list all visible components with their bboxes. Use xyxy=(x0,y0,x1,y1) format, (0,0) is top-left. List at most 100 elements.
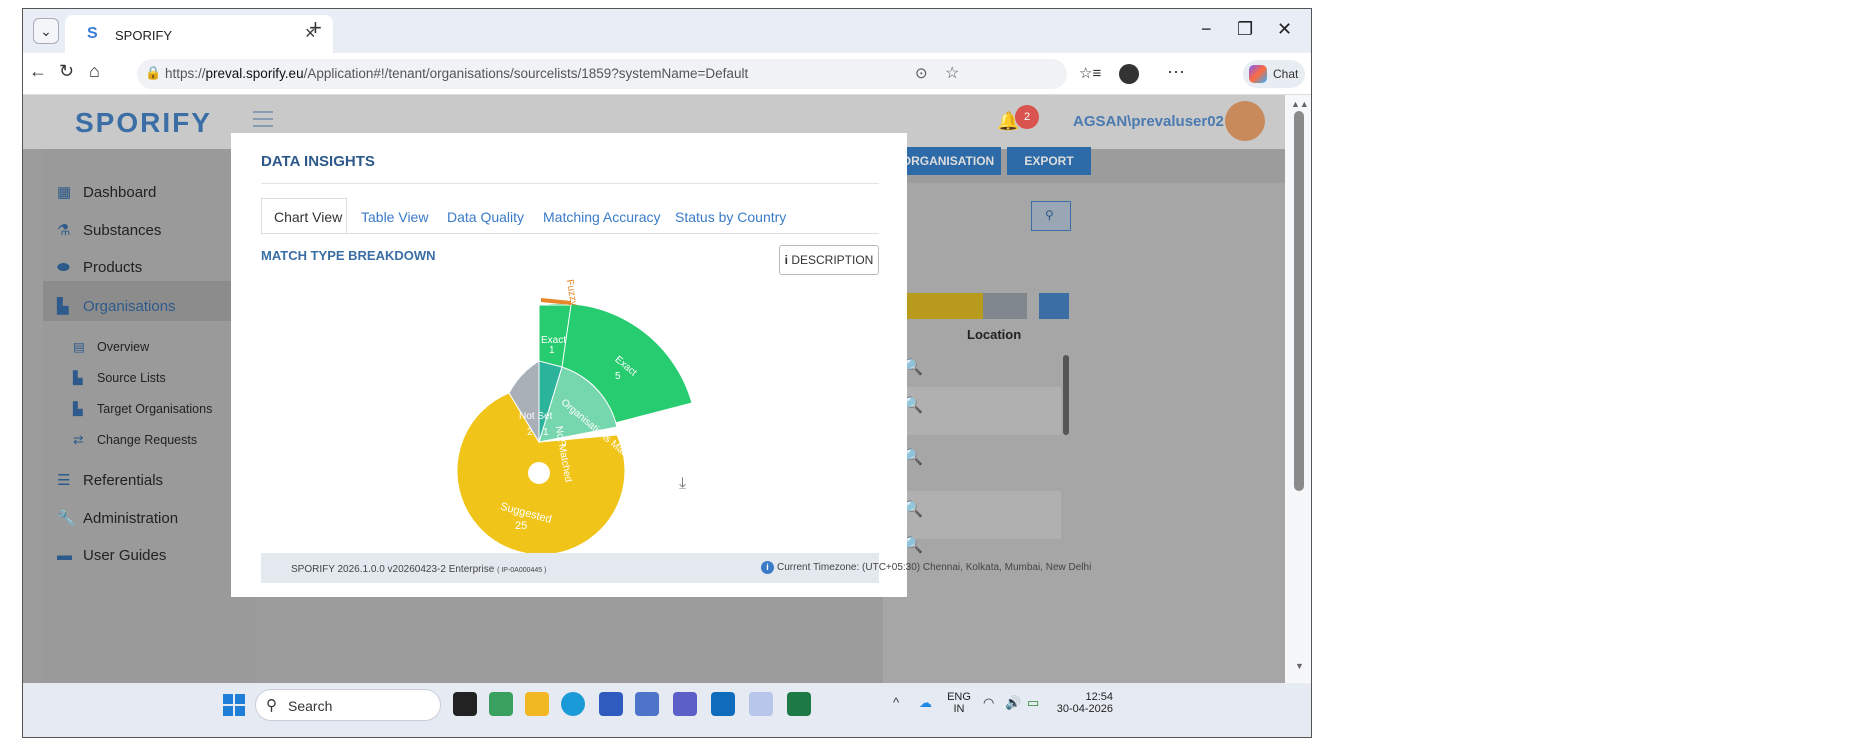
sidebar-item-organisations[interactable]: ▙ Organisations xyxy=(57,297,176,315)
info-icon: i xyxy=(784,253,788,267)
label-not-set: Not Set xyxy=(519,411,553,422)
sidebar-item-label: Referentials xyxy=(83,472,164,489)
edge-icon[interactable] xyxy=(561,692,585,716)
user-name[interactable]: AGSAN\prevaluser02 xyxy=(1073,113,1224,130)
clock[interactable]: 12:54 30-04-2026 xyxy=(1053,691,1113,715)
value-not-set: 2 xyxy=(527,427,533,438)
profile-avatar[interactable] xyxy=(1119,64,1139,84)
sidebar-subitem-source-lists[interactable]: ▙ Source Lists xyxy=(73,370,166,385)
scroll-up-icon[interactable]: ▲▲ xyxy=(1291,99,1309,109)
search-button[interactable]: ⚲ xyxy=(1031,201,1071,231)
clock-time: 12:54 xyxy=(1085,691,1113,703)
url-input[interactable]: 🔒 https://preval.sporify.eu/Application#… xyxy=(137,59,1067,89)
modal-title: DATA INSIGHTS xyxy=(261,153,375,170)
sidebar-item-label: User Guides xyxy=(83,547,167,564)
sidebar-subitem-label: Source Lists xyxy=(97,371,166,385)
browser-address-bar: ← ↻ ⌂ 🔒 https://preval.sporify.eu/Applic… xyxy=(23,53,1311,95)
favorite-star-icon[interactable]: ☆ xyxy=(945,63,959,83)
sidebar-item-label: Dashboard xyxy=(83,184,157,201)
windows-start-icon[interactable] xyxy=(223,694,245,716)
sidebar-item-dashboard[interactable]: ▦ Dashboard xyxy=(57,183,156,201)
data-insights-modal: DATA INSIGHTS Chart View Table View Data… xyxy=(231,133,1091,597)
reader-icon[interactable]: ⊙ xyxy=(915,64,928,82)
task-view-icon[interactable] xyxy=(453,692,477,716)
volume-icon[interactable]: 🔊 xyxy=(1005,695,1021,711)
taskbar-search-placeholder: Search xyxy=(288,698,333,714)
battery-icon[interactable]: ▭ xyxy=(1027,695,1039,711)
column-header-location: Location xyxy=(967,327,1022,342)
sidebar-item-substances[interactable]: ⚗ Substances xyxy=(57,221,161,239)
restore-icon[interactable]: ❐ xyxy=(1237,19,1253,40)
clock-date: 30-04-2026 xyxy=(1056,703,1113,715)
url-text: https://preval.sporify.eu/Application#!/… xyxy=(165,66,749,81)
m365-icon[interactable] xyxy=(489,692,513,716)
sidebar-subitem-label: Target Organisations xyxy=(97,402,213,416)
store-icon[interactable] xyxy=(599,692,623,716)
sidebar-item-label: Substances xyxy=(83,222,162,239)
wifi-icon[interactable]: ◠ xyxy=(983,695,994,711)
tab-list-chevron-icon[interactable]: ⌄ xyxy=(33,18,59,44)
language-code: ENG xyxy=(947,691,971,703)
refresh-icon[interactable]: ↻ xyxy=(59,61,74,82)
file-explorer-icon[interactable] xyxy=(525,692,549,716)
export-button[interactable]: EXPORT xyxy=(1007,147,1091,175)
scroll-down-icon[interactable]: ▼ xyxy=(1295,661,1304,671)
chevron-up-icon[interactable]: ^ xyxy=(893,695,899,710)
notification-badge[interactable]: 2 xyxy=(1015,105,1039,129)
teams-icon[interactable] xyxy=(673,692,697,716)
minimize-icon[interactable]: − xyxy=(1201,19,1212,40)
favorites-icon[interactable]: ☆≡ xyxy=(1079,64,1101,82)
tab-chart-view[interactable]: Chart View xyxy=(274,209,342,225)
sidebar: ▦ Dashboard ⚗ Substances ⬬ Products ▙ Organi… xyxy=(43,149,255,683)
tab-status-by-country[interactable]: Status by Country xyxy=(675,209,786,225)
chart-toggle-button[interactable] xyxy=(1039,293,1069,319)
browser-scrollbar[interactable]: ▲▲ ▼ xyxy=(1285,95,1311,683)
factory-icon: ▙ xyxy=(73,402,83,416)
sidebar-subitem-overview[interactable]: ▤ Overview xyxy=(73,339,149,354)
outlook-icon[interactable] xyxy=(711,692,735,716)
table-scrollbar[interactable] xyxy=(1063,355,1069,435)
sidebar-subitem-label: Change Requests xyxy=(97,433,198,447)
footer-timezone: i Current Timezone: (UTC+05:30) Chennai, … xyxy=(761,561,1091,574)
brand-logo[interactable]: SPORIFY xyxy=(75,107,212,139)
footer-version: SPORIFY 2026.1.0.0 v20260423-2 Enterpris… xyxy=(291,564,547,575)
tab-table-view[interactable]: Table View xyxy=(361,209,428,225)
taskbar-search-input[interactable]: ⚲ Search xyxy=(255,689,441,721)
sidebar-subitem-target-organisations[interactable]: ▙ Target Organisations xyxy=(73,401,212,416)
factory-icon: ▙ xyxy=(57,298,69,315)
sidebar-subitem-change-requests[interactable]: ⇄ Change Requests xyxy=(73,432,197,447)
chart-center xyxy=(528,462,550,484)
home-icon[interactable]: ⌂ xyxy=(89,61,100,82)
lock-icon: 🔒 xyxy=(145,65,162,80)
sidebar-item-user-guides[interactable]: ▬ User Guides xyxy=(57,547,166,564)
language-indicator[interactable]: ENG IN xyxy=(945,691,973,715)
outlook-new-icon[interactable] xyxy=(635,692,659,716)
description-button[interactable]: i DESCRIPTION xyxy=(779,245,879,275)
sidebar-item-referentials[interactable]: ☰ Referentials xyxy=(57,471,163,489)
browser-tab[interactable]: S SPORIFY × xyxy=(65,15,333,53)
new-tab-icon[interactable]: + xyxy=(309,15,322,41)
tab-data-quality[interactable]: Data Quality xyxy=(447,209,524,225)
value-suggested: 25 xyxy=(515,520,527,532)
tab-matching-accuracy[interactable]: Matching Accuracy xyxy=(543,209,661,225)
list-icon: ☰ xyxy=(57,472,71,489)
more-icon[interactable]: ··· xyxy=(1167,61,1185,82)
onedrive-icon[interactable]: ☁ xyxy=(919,695,932,711)
wrench-icon: 🔧 xyxy=(57,510,76,527)
sidebar-item-products[interactable]: ⬬ Products xyxy=(57,259,142,276)
download-icon[interactable]: ⤓ xyxy=(679,475,686,493)
hamburger-menu-icon[interactable] xyxy=(253,111,273,127)
excel-icon[interactable] xyxy=(787,692,811,716)
app-viewport: SPORIFY 🔔 2 AGSAN\prevaluser02 ▦ Dashboar… xyxy=(23,95,1285,683)
back-icon[interactable]: ← xyxy=(29,61,47,82)
sporify-favicon-icon: S xyxy=(87,25,98,42)
sidebar-item-administration[interactable]: 🔧 Administration xyxy=(57,509,178,527)
tab-title: SPORIFY xyxy=(115,28,173,43)
user-avatar[interactable] xyxy=(1225,101,1265,141)
chart-icon: ▤ xyxy=(73,340,85,354)
app-footer: SPORIFY 2026.1.0.0 v20260423-2 Enterpris… xyxy=(261,553,1091,583)
close-window-icon[interactable]: ✕ xyxy=(1277,19,1292,40)
copilot-chat-button[interactable]: Chat xyxy=(1243,60,1305,88)
scrollbar-thumb[interactable] xyxy=(1294,111,1304,491)
media-player-icon[interactable] xyxy=(749,692,773,716)
